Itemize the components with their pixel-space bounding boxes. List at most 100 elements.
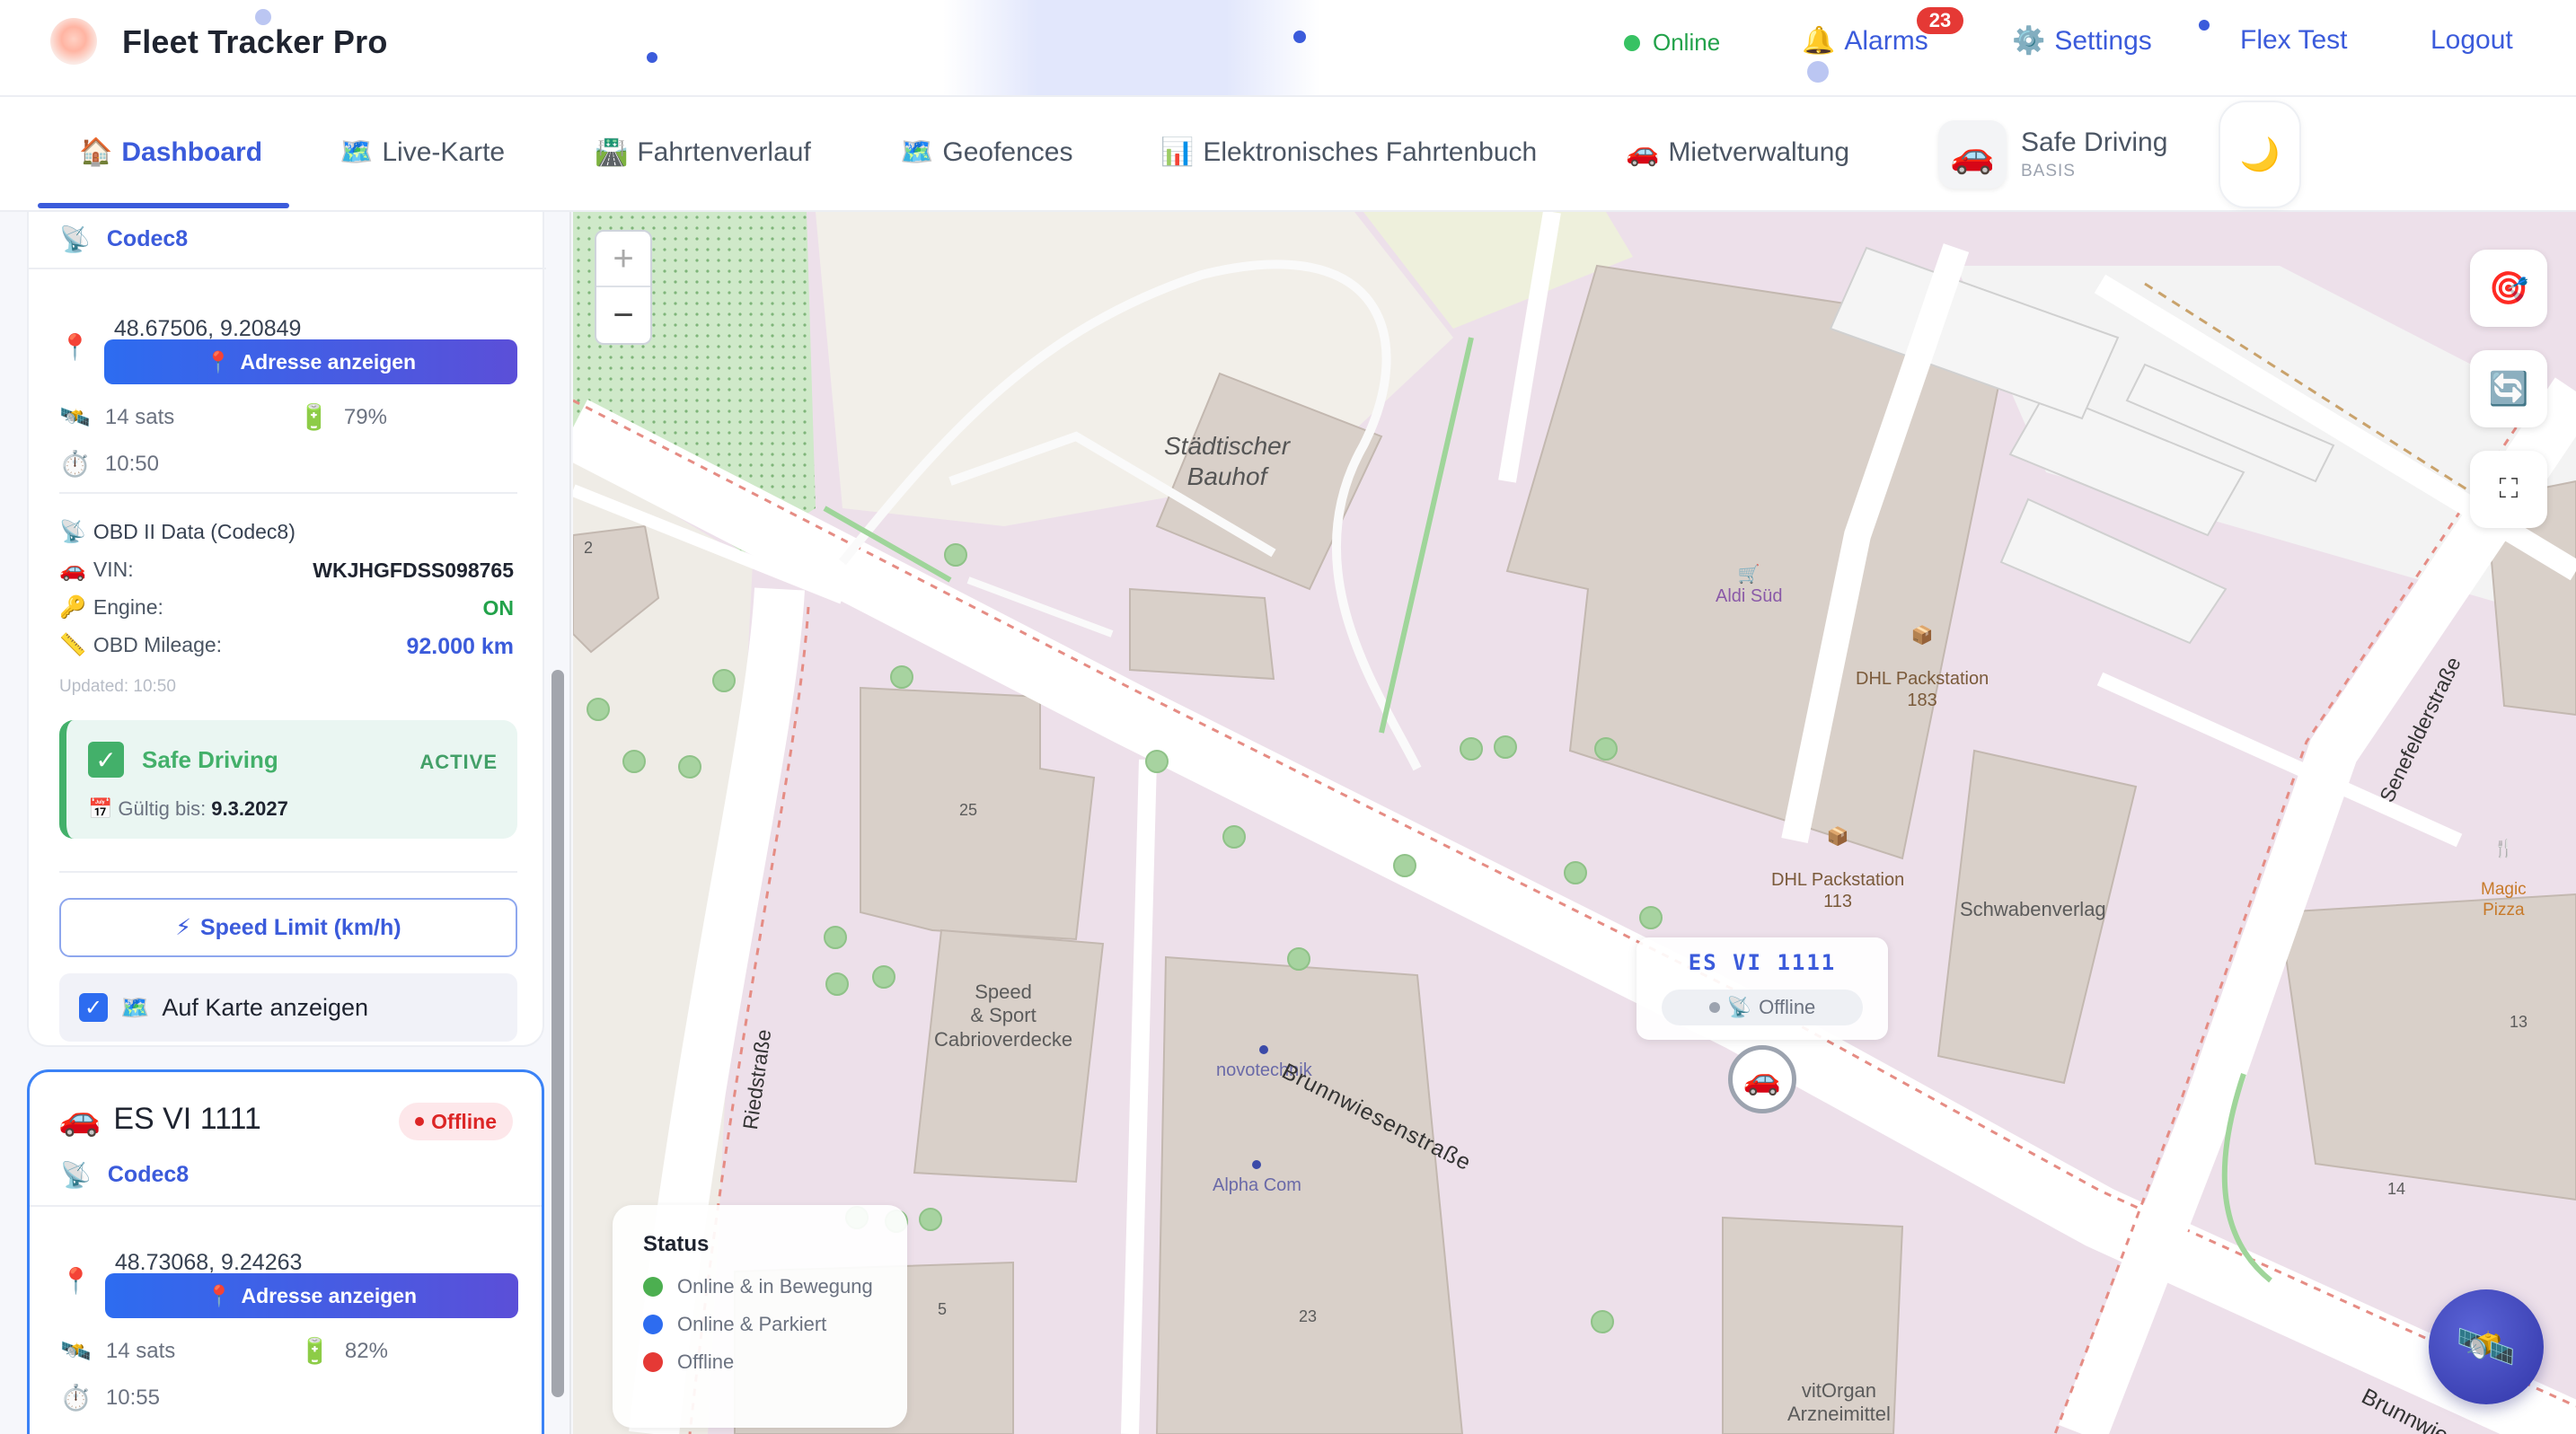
satellite-view-button[interactable]: 🛰️ xyxy=(2429,1289,2544,1404)
location-pin-icon: 📍 xyxy=(206,1283,233,1307)
vehicle-sidebar[interactable]: 📡 Codec8 📍 48.67506, 9.20849 📍 Adresse a… xyxy=(0,212,571,1434)
user-menu[interactable]: Flex Test xyxy=(2240,25,2348,56)
lightning-icon: ⚡ xyxy=(175,915,191,940)
show-address-label: Adresse anzeigen xyxy=(241,1283,418,1307)
location-pin-icon: 📍 xyxy=(205,349,232,374)
tab-label: Geofences xyxy=(942,136,1073,167)
tab-live-karte[interactable]: 🗺️ Live-Karte xyxy=(340,136,505,168)
show-on-map-toggle[interactable]: ✓ 🗺️ Auf Karte anzeigen xyxy=(59,973,517,1042)
check-icon: ✓ xyxy=(88,742,124,778)
map-label-speed-sport: Speed & Sport Cabrioverdecke xyxy=(934,981,1073,1051)
online-indicator xyxy=(1624,34,1640,51)
key-icon: 🔑 xyxy=(59,595,86,620)
decor-dot xyxy=(647,52,657,63)
header-map-peek xyxy=(943,0,1320,95)
safe-driving-tier: BASIS xyxy=(2021,162,2076,180)
package-icon: 📦 xyxy=(1826,827,1849,847)
map-label-magic-pizza[interactable]: 🍴 Magic Pizza xyxy=(2481,819,2527,942)
tab-fahrtenbuch[interactable]: 📊 Elektronisches Fahrtenbuch xyxy=(1160,136,1537,168)
shopping-cart-icon: 🛒 xyxy=(1737,565,1760,585)
logout-button[interactable]: Logout xyxy=(2430,25,2513,56)
legend-swatch xyxy=(643,1315,663,1334)
map-icon: 🗺️ xyxy=(900,137,934,167)
obd-title: OBD II Data (Codec8) xyxy=(93,520,296,543)
satellite-icon: 🛰️ xyxy=(2456,1319,2517,1374)
speed-limit-button[interactable]: ⚡ Speed Limit (km/h) xyxy=(59,898,517,957)
last-update-time: 10:50 xyxy=(104,451,159,476)
home-icon: 🏠 xyxy=(79,137,113,167)
decor-dot xyxy=(1807,61,1829,83)
map-view[interactable]: Städtischer Bauhof 🛒 Aldi Süd 📦 DHL Pack… xyxy=(573,212,2576,1434)
satellite-dish-icon: 📡 xyxy=(60,1161,92,1189)
map-label-dhl183[interactable]: 📦 DHL Packstation 183 xyxy=(1856,603,1989,733)
logout-label: Logout xyxy=(2430,25,2513,55)
vehicle-plate: ES VI 1111 xyxy=(113,1101,261,1136)
vehicle-map-marker[interactable]: 🚗 xyxy=(1728,1045,1796,1113)
locate-target-button[interactable]: 🎯 xyxy=(2470,250,2547,327)
package-icon: 📦 xyxy=(1910,626,1934,646)
refresh-map-button[interactable]: 🔄 xyxy=(2470,350,2547,427)
divider xyxy=(30,1205,542,1207)
map-label-aldi[interactable]: 🛒 Aldi Süd xyxy=(1716,564,1783,607)
vehicle-card-selected[interactable]: 🚗 ES VI 1111 Offline 📡 Codec8 📍 48.73068… xyxy=(27,1069,544,1434)
fullscreen-button[interactable]: ⛶ xyxy=(2470,451,2547,528)
show-on-map-label: Auf Karte anzeigen xyxy=(162,993,369,1021)
app-logo xyxy=(50,18,97,65)
legend-label: Online & in Bewegung xyxy=(677,1275,873,1298)
aldi-label: Aldi Süd xyxy=(1716,586,1783,606)
tab-label: Fahrtenverlauf xyxy=(637,136,811,167)
zoom-in-button[interactable]: + xyxy=(596,232,650,287)
tab-label: Live-Karte xyxy=(382,136,506,167)
divider xyxy=(59,492,517,494)
checkbox-checked[interactable]: ✓ xyxy=(79,993,108,1022)
tab-label: Mietverwaltung xyxy=(1668,136,1850,167)
car-icon: 🚗 xyxy=(59,558,86,582)
show-address-button[interactable]: 📍 Adresse anzeigen xyxy=(104,339,517,384)
satellite-icon: 🛰️ xyxy=(60,1337,92,1365)
dark-mode-toggle[interactable]: 🌙 xyxy=(2219,101,2301,208)
safe-driving-title: Safe Driving xyxy=(2021,128,2168,157)
tab-fahrtenverlauf[interactable]: 🛣️ Fahrtenverlauf xyxy=(595,136,811,168)
vehicle-card[interactable]: 📡 Codec8 📍 48.67506, 9.20849 📍 Adresse a… xyxy=(27,212,546,1047)
magic-pizza-label: Magic Pizza xyxy=(2481,880,2527,920)
last-update-time: 10:55 xyxy=(105,1385,160,1410)
status-label: Offline xyxy=(431,1109,497,1133)
coordinates: 48.73068, 9.24263 xyxy=(114,1250,303,1275)
tab-label: Elektronisches Fahrtenbuch xyxy=(1203,136,1538,167)
car-icon: 🚗 xyxy=(1742,1062,1782,1096)
zoom-out-button[interactable]: − xyxy=(596,287,650,343)
tooltip-status: 📡 Offline xyxy=(1662,990,1863,1025)
map-label-bauhof: Städtischer Bauhof xyxy=(1164,432,1291,490)
map-label-dhl113[interactable]: 📦 DHL Packstation 113 xyxy=(1771,805,1904,934)
legend-item: Online & Parkiert xyxy=(643,1313,877,1336)
decor-dot xyxy=(2199,20,2210,31)
car-icon: 🚗 xyxy=(58,1100,101,1138)
map-label-schwabenverlag: Schwabenverlag xyxy=(1960,898,2106,920)
obd-updated: Updated: 10:50 xyxy=(59,677,176,696)
satellite-dish-icon: 📡 xyxy=(59,225,91,253)
zoom-control: + − xyxy=(595,230,652,345)
location-pin-icon: 📍 xyxy=(59,333,91,361)
moon-icon: 🌙 xyxy=(2239,136,2280,172)
tab-dashboard[interactable]: 🏠 Dashboard xyxy=(79,136,262,168)
tab-geofences[interactable]: 🗺️ Geofences xyxy=(900,136,1072,168)
bell-icon: 🔔 xyxy=(1802,26,1836,56)
calendar-icon: 📅 xyxy=(88,797,113,820)
mileage-value: 92.000 km xyxy=(406,634,514,659)
legend-item: Offline xyxy=(643,1350,877,1374)
safe-driving-pill[interactable]: 🚗 Safe Driving BASIS xyxy=(1938,110,2174,199)
dhl183-label: DHL Packstation 183 xyxy=(1856,669,1989,710)
user-name: Flex Test xyxy=(2240,25,2348,55)
legend-label: Offline xyxy=(677,1350,735,1373)
settings-button[interactable]: ⚙️ Settings xyxy=(2012,25,2152,57)
target-icon: 🎯 xyxy=(2488,269,2529,306)
alarms-button[interactable]: 🔔 Alarms xyxy=(1802,25,1928,57)
coordinates: 48.67506, 9.20849 xyxy=(113,316,302,341)
vehicle-map-tooltip[interactable]: ES VI 1111 📡 Offline xyxy=(1636,937,1888,1040)
sidebar-scrollbar[interactable] xyxy=(551,670,564,1397)
tab-mietverwaltung[interactable]: 🚗 Mietverwaltung xyxy=(1626,136,1849,168)
map-label-alpha-com[interactable]: Alpha Com xyxy=(1213,1160,1301,1196)
show-address-button[interactable]: 📍 Adresse anzeigen xyxy=(105,1273,518,1318)
house-number: 13 xyxy=(2510,1013,2528,1031)
satellite-count: 14 sats xyxy=(104,404,175,429)
